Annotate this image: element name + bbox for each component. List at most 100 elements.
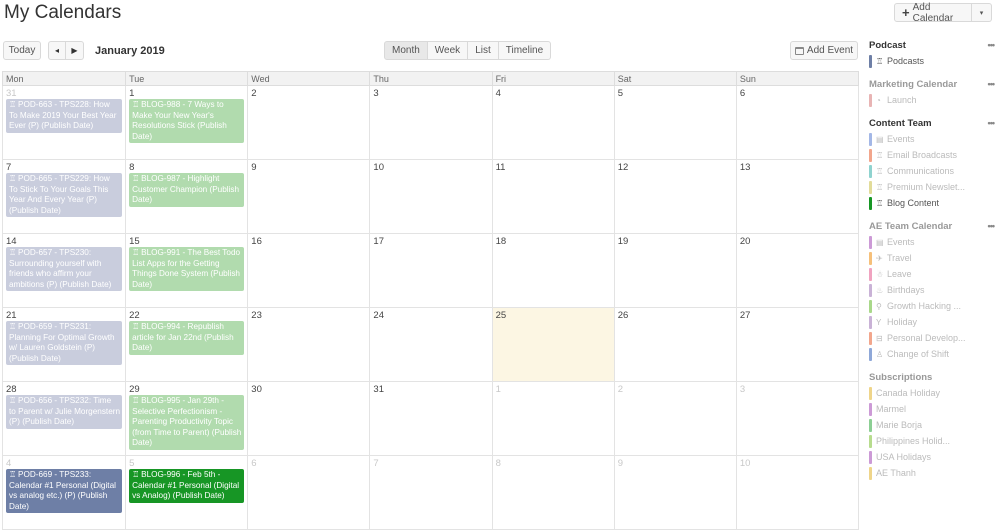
calendar-event[interactable]: ♖ BLOG-995 - Jan 29th - Selective Perfect… [129, 395, 245, 450]
calendar-event[interactable]: ♖ POD-669 - TPS233: Calendar #1 Personal … [6, 469, 123, 513]
day-cell[interactable]: 20 [735, 234, 858, 307]
day-cell[interactable]: 3 [369, 86, 491, 159]
calendar-event[interactable]: ♖ POD-659 - TPS231: Planning For Optimal … [6, 321, 123, 365]
day-number: 6 [739, 88, 746, 99]
day-cell[interactable]: 25 [491, 308, 614, 381]
more-options-icon[interactable]: ••• [988, 221, 996, 234]
calendar-toggle[interactable]: ▤ Events [869, 234, 994, 250]
calendar-event[interactable]: ♖ BLOG-994 - Republish article for Jan 22… [129, 321, 245, 355]
calendar-event[interactable]: ♖ POD-656 - TPS232: Time to Parent w/ Jul… [6, 395, 123, 429]
group-header: AE Team Calendar ••• [869, 221, 996, 234]
day-cell[interactable]: 22 ♖ BLOG-994 - Republish article for Jan … [125, 308, 247, 381]
tab-month[interactable]: Month [384, 41, 428, 60]
day-cell[interactable]: 16 [247, 234, 369, 307]
day-cell[interactable]: 13 [735, 160, 858, 233]
day-cell[interactable]: 31 ♖ POD-663 - TPS228: How To Make 2019 Yo… [3, 86, 125, 159]
day-cell[interactable]: 4 [491, 86, 614, 159]
calendar-toggle[interactable]: AE Thanh [869, 465, 994, 481]
day-cell[interactable]: 7 ♖ POD-665 - TPS229: How To Stick To Your… [3, 160, 125, 233]
add-event-button[interactable]: Add Event [790, 41, 858, 60]
calendar-toggle[interactable]: ⊟ Personal Develop... [869, 330, 994, 346]
day-cell[interactable]: 5 ♖ BLOG-996 - Feb 5th - Calendar #1 Perso… [125, 456, 247, 529]
day-cell[interactable]: 3 [735, 382, 858, 455]
calendar-event[interactable]: ♖ BLOG-996 - Feb 5th - Calendar #1 Person… [129, 469, 245, 503]
today-button[interactable]: Today [3, 41, 41, 60]
day-cell[interactable]: 2 [613, 382, 736, 455]
day-cell[interactable]: 21 ♖ POD-659 - TPS231: Planning For Optima… [3, 308, 125, 381]
calendar-toggle[interactable]: ▤ Events [869, 131, 994, 147]
day-cell[interactable]: 12 [613, 160, 736, 233]
day-cell[interactable]: 27 [735, 308, 858, 381]
calendar-event[interactable]: ♖ POD-657 - TPS230: Surrounding yourself … [6, 247, 123, 291]
calendar-event[interactable]: ♖ POD-665 - TPS229: How To Stick To Your … [6, 173, 123, 217]
day-cell[interactable]: 5 [613, 86, 736, 159]
calendar-toggle[interactable]: ◔ Launch [869, 92, 994, 108]
day-cell[interactable]: 28 ♖ POD-656 - TPS232: Time to Parent w/ J… [3, 382, 125, 455]
day-cell[interactable]: 6 [735, 86, 858, 159]
day-cell[interactable]: 17 [369, 234, 491, 307]
more-options-icon[interactable]: ••• [988, 79, 996, 92]
day-cell[interactable]: 11 [491, 160, 614, 233]
day-cell[interactable]: 1 [491, 382, 614, 455]
day-cell[interactable]: 24 [369, 308, 491, 381]
day-number: 14 [6, 236, 17, 247]
tab-timeline[interactable]: Timeline [498, 41, 552, 60]
day-cell[interactable]: 18 [491, 234, 614, 307]
calendar-toggle[interactable]: ✈ Travel [869, 250, 994, 266]
day-cell[interactable]: 4 ♖ POD-669 - TPS233: Calendar #1 Personal… [3, 456, 125, 529]
calendar-toggle[interactable]: ♙ Change of Shift [869, 346, 994, 362]
calendar-toggle[interactable]: ☃ Leave [869, 266, 994, 282]
next-month-button[interactable]: ▶ [66, 41, 84, 60]
day-cell[interactable]: 30 [247, 382, 369, 455]
calendar-name: Communications [887, 166, 955, 176]
day-number: 8 [495, 458, 501, 469]
calendar-toggle[interactable]: ♖ Podcasts [869, 53, 994, 69]
day-cell[interactable]: 9 [613, 456, 736, 529]
add-calendar-button[interactable]: + Add Calendar [894, 2, 972, 24]
calendar-name: Birthdays [887, 285, 925, 295]
day-cell[interactable]: 10 [735, 456, 858, 529]
calendar-toggle[interactable]: Y Holiday [869, 314, 994, 330]
tab-week[interactable]: Week [427, 41, 469, 60]
calendar-toggle[interactable]: Marmel [869, 401, 994, 417]
day-cell[interactable]: 1 ♖ BLOG-988 - 7 Ways to Make Your New Yea… [125, 86, 247, 159]
calendar-event[interactable]: ♖ BLOG-991 - The Best Todo List Apps for … [129, 247, 245, 291]
calendar-toggle[interactable]: ♖ Premium Newslet... [869, 179, 994, 195]
more-options-icon[interactable]: ••• [988, 118, 996, 131]
day-cell[interactable]: 15 ♖ BLOG-991 - The Best Todo List Apps fo… [125, 234, 247, 307]
calendar-toggle[interactable]: ♖ Blog Content [869, 195, 994, 211]
day-cell[interactable]: 23 [247, 308, 369, 381]
day-cell[interactable]: 14 ♖ POD-657 - TPS230: Surrounding yoursel… [3, 234, 125, 307]
day-number: 27 [739, 310, 751, 321]
prev-month-button[interactable]: ◂ [48, 41, 66, 60]
day-cell[interactable]: 10 [369, 160, 491, 233]
more-options-icon[interactable]: ••• [988, 40, 996, 53]
calendar-toggle[interactable]: USA Holidays [869, 449, 994, 465]
day-cell[interactable]: 26 [613, 308, 736, 381]
add-calendar-dropdown[interactable]: ▾ [972, 3, 992, 22]
event-title: POD-665 - TPS229: How To Stick To Your G… [9, 174, 110, 215]
calendar-toggle[interactable]: ♨ Birthdays [869, 282, 994, 298]
calendar-toggle[interactable]: ♖ Email Broadcasts [869, 147, 994, 163]
calendar-toggle[interactable]: ♖ Communications [869, 163, 994, 179]
day-cell[interactable]: 8 ♖ BLOG-987 - Highlight Customer Champion… [125, 160, 247, 233]
color-swatch [869, 235, 872, 249]
tab-list[interactable]: List [468, 41, 499, 60]
calendar-toggle[interactable]: Marie Borja [869, 417, 994, 433]
calendar-toggle[interactable]: Canada Holiday [869, 385, 994, 401]
day-cell[interactable]: 19 [613, 234, 736, 307]
day-cell[interactable]: 6 [247, 456, 369, 529]
calendar-event[interactable]: ♖ BLOG-987 - Highlight Customer Champion … [129, 173, 245, 207]
day-cell[interactable]: 29 ♖ BLOG-995 - Jan 29th - Selective Perfe… [125, 382, 247, 455]
day-cell[interactable]: 31 [369, 382, 491, 455]
calendar-event[interactable]: ♖ BLOG-988 - 7 Ways to Make Your New Year… [129, 99, 245, 143]
color-swatch [869, 180, 872, 194]
day-cell[interactable]: 2 [247, 86, 369, 159]
calendar-toggle[interactable]: Philippines Holid... [869, 433, 994, 449]
week-row: 7 ♖ POD-665 - TPS229: How To Stick To Your… [2, 160, 859, 234]
calendar-event[interactable]: ♖ POD-663 - TPS228: How To Make 2019 Your… [6, 99, 123, 133]
day-cell[interactable]: 7 [369, 456, 491, 529]
calendar-toggle[interactable]: ⚲ Growth Hacking ... [869, 298, 994, 314]
day-cell[interactable]: 8 [491, 456, 614, 529]
day-cell[interactable]: 9 [247, 160, 369, 233]
